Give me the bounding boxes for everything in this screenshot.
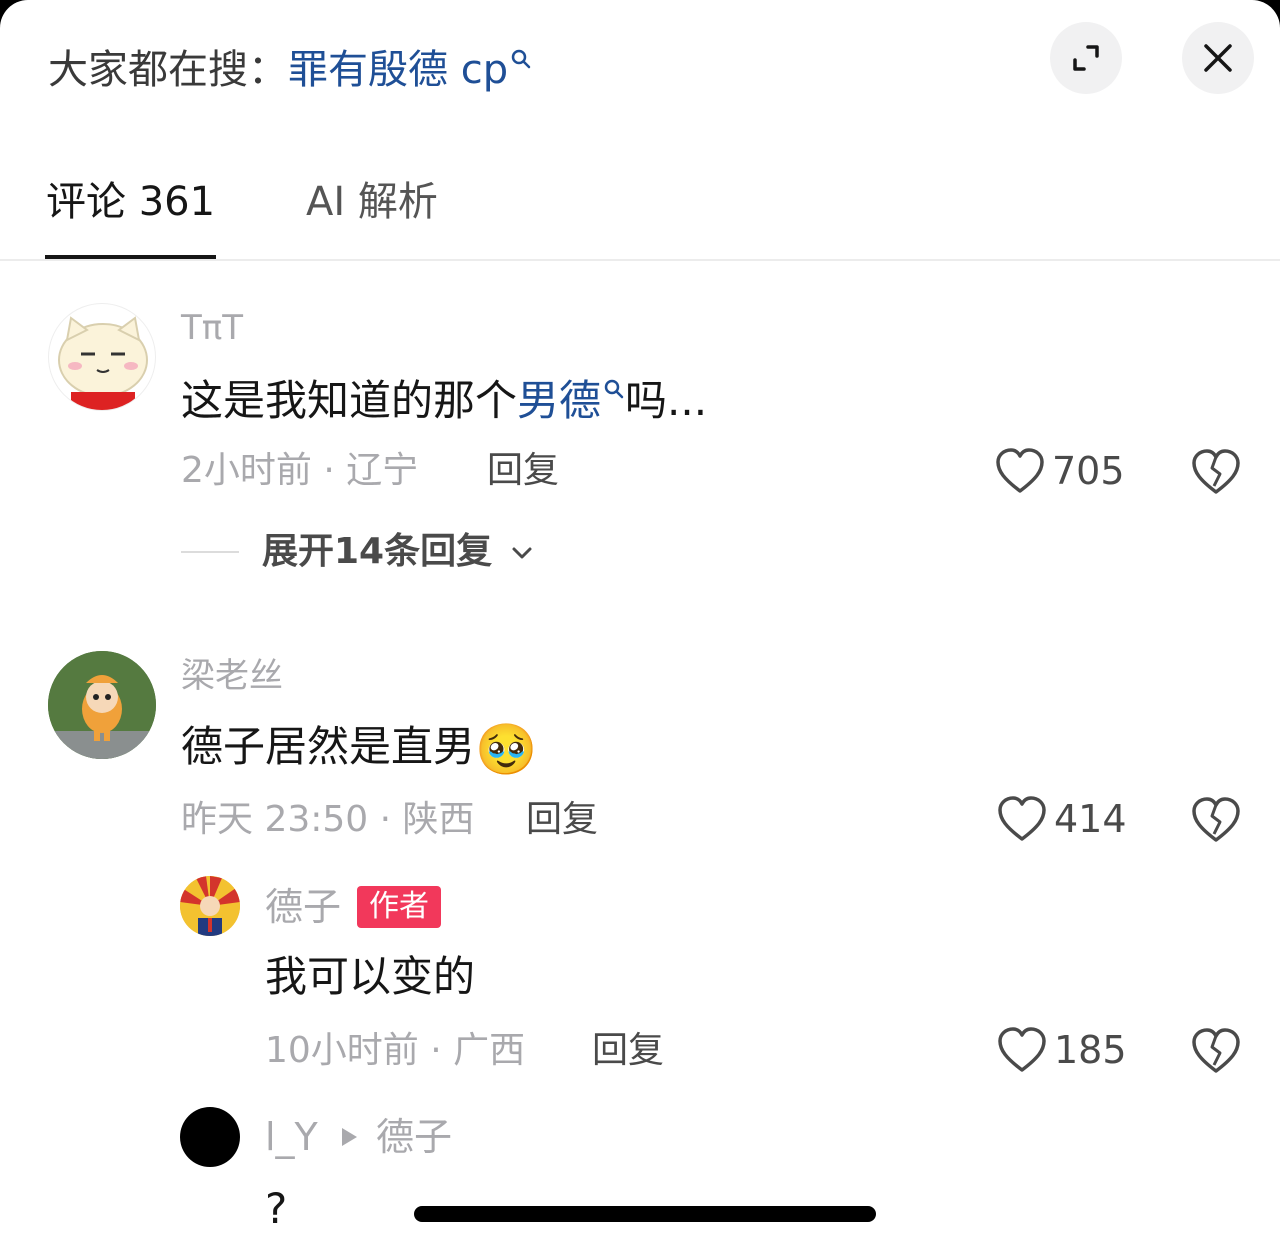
reply-text: 我可以变的 (265, 952, 476, 1001)
reply-username[interactable]: 德子 (265, 884, 341, 930)
home-indicator (414, 1206, 876, 1222)
reply-to-username[interactable]: 德子 (376, 1114, 452, 1160)
broken-heart-icon[interactable] (1190, 1025, 1242, 1077)
comment-search-link[interactable]: 男德 (517, 376, 601, 425)
trending-search[interactable]: 大家都在搜：罪有殷德 cp (48, 42, 532, 98)
like-count: 185 (1054, 1028, 1127, 1072)
heart-icon (996, 448, 1044, 493)
expand-divider (181, 551, 239, 553)
expand-replies-label: 展开14条回复 (262, 531, 493, 572)
comment-meta: 昨天 23:50 · 陕西 (181, 799, 475, 840)
reply-button[interactable]: 回复 (592, 1027, 664, 1075)
search-icon (511, 49, 531, 69)
avatar[interactable] (48, 303, 156, 411)
comment-username[interactable]: 梁老丝 (181, 654, 283, 698)
reply-to-arrow-icon (342, 1128, 357, 1146)
like-count: 705 (1052, 449, 1125, 493)
comment-meta: 2小时前 · 辽宁 (181, 450, 419, 491)
comment-text-before: 这是我知道的那个 (181, 376, 518, 425)
tab-comments[interactable]: 评论 361 (46, 174, 215, 230)
trending-search-term[interactable]: 罪有殷德 cp (288, 47, 508, 93)
broken-heart-icon[interactable] (1190, 794, 1242, 846)
comment-text-body: 德子居然是直男 (181, 722, 476, 771)
close-button[interactable] (1182, 22, 1254, 94)
trending-search-prefix: 大家都在搜： (48, 47, 288, 93)
like-button[interactable]: 185 (996, 1022, 1127, 1078)
reply-button[interactable]: 回复 (526, 796, 598, 844)
close-icon (1204, 44, 1232, 72)
comment-text: 这是我知道的那个男德 吗... (181, 372, 707, 430)
comment-username[interactable]: TπT (181, 306, 243, 350)
heart-icon (998, 796, 1046, 841)
tab-divider (0, 259, 1280, 261)
avatar[interactable] (48, 651, 156, 759)
reply-meta: 10小时前 · 广西 (265, 1030, 526, 1071)
expand-replies-button[interactable]: 展开14条回复 (262, 528, 535, 576)
tab-ai-analysis[interactable]: AI 解析 (306, 174, 438, 230)
author-badge: 作者 (357, 886, 441, 928)
broken-heart-icon[interactable] (1190, 446, 1242, 498)
avatar[interactable] (180, 1107, 240, 1167)
heart-icon (998, 1027, 1046, 1072)
like-count: 414 (1054, 797, 1127, 841)
reply-username[interactable]: l_Y (265, 1114, 318, 1160)
expand-icon (1073, 45, 1099, 71)
comments-sheet: 大家都在搜：罪有殷德 cp 评论 361 AI 解析 TπT 这是我知道的那个男… (0, 0, 1280, 1246)
sunburst-avatar-image (180, 876, 240, 936)
like-button[interactable]: 414 (996, 791, 1127, 847)
cat-avatar-image (58, 316, 148, 410)
chevron-down-icon (512, 547, 532, 559)
like-button[interactable]: 705 (994, 443, 1125, 499)
search-icon (604, 379, 624, 399)
reply-button[interactable]: 回复 (487, 447, 559, 495)
expand-button[interactable] (1050, 22, 1122, 94)
cartoon-avatar-image (48, 651, 156, 759)
pleading-emoji: 🥹 (475, 720, 538, 779)
comment-text: 德子居然是直男🥹 (181, 718, 537, 779)
avatar[interactable] (180, 876, 240, 936)
reply-text: ? (265, 1184, 288, 1233)
comment-text-after: 吗... (625, 376, 708, 425)
